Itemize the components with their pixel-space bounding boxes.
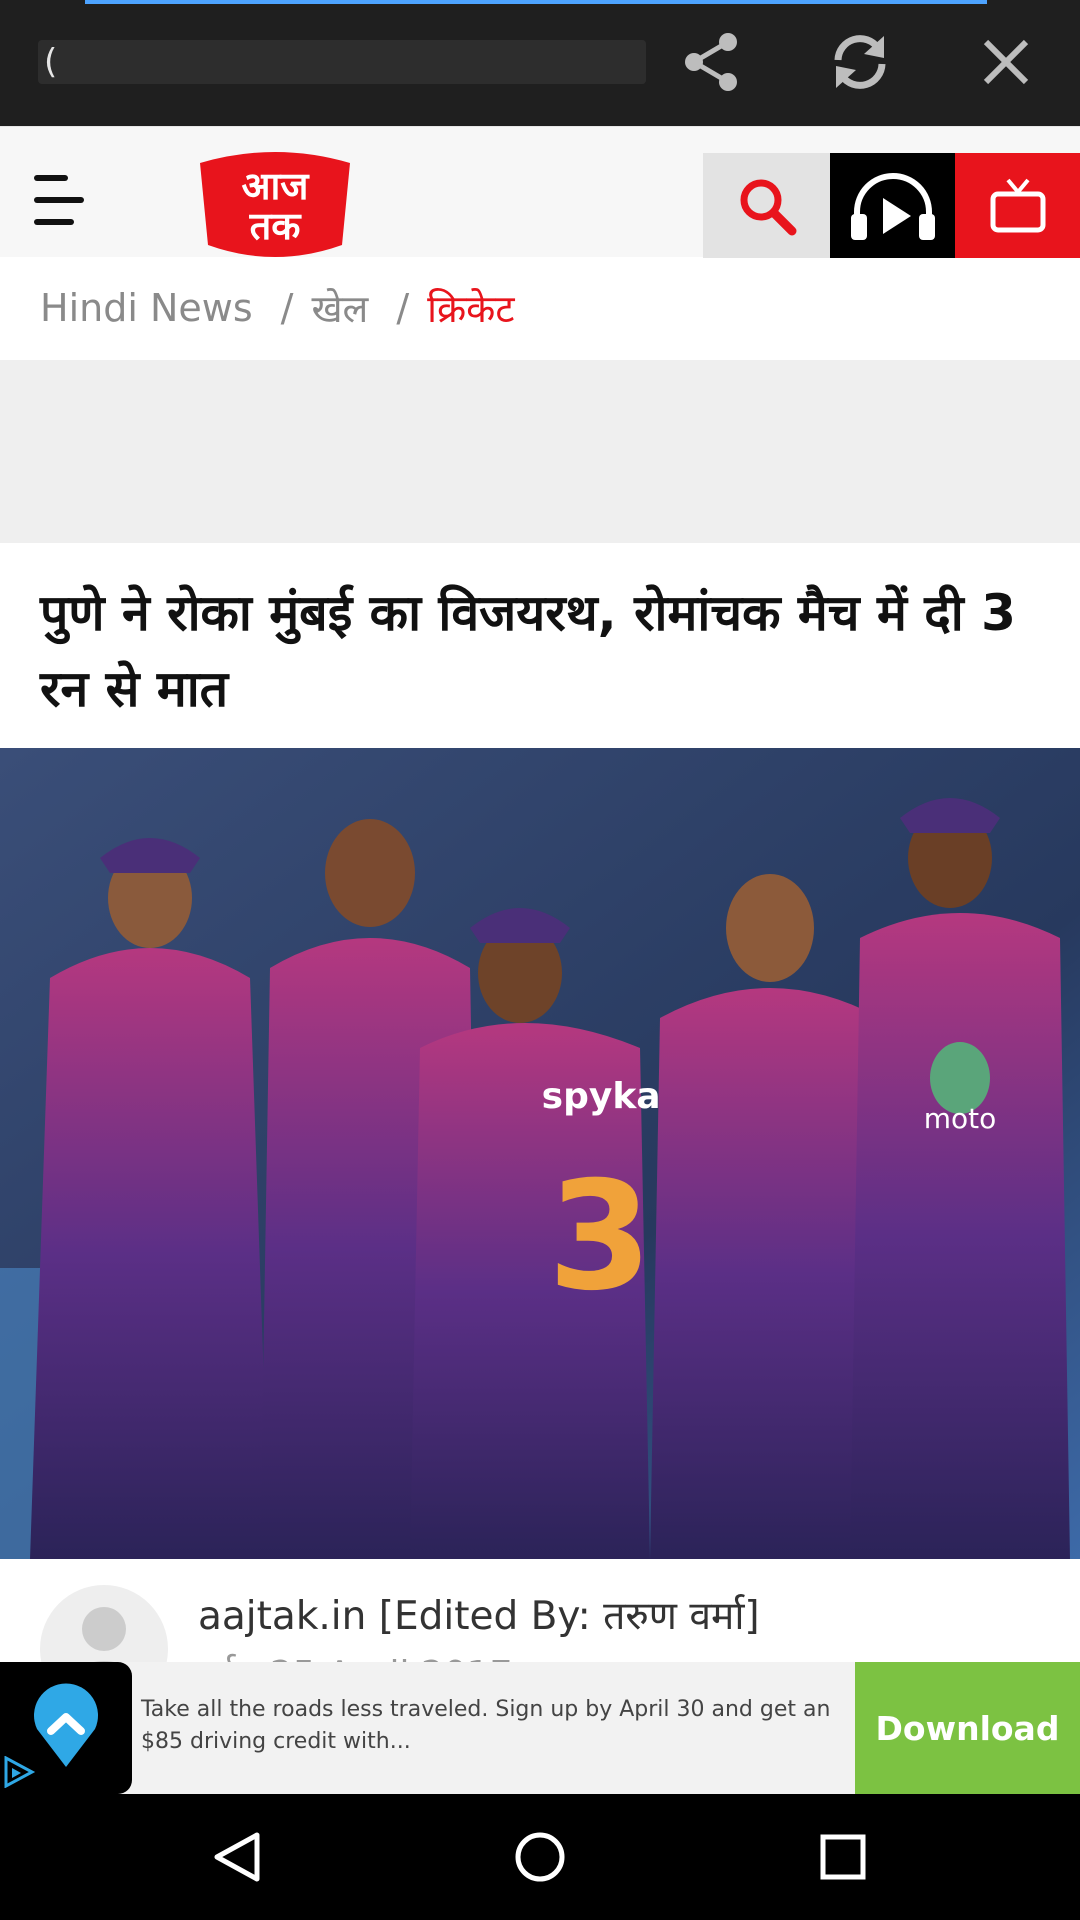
ad-placeholder xyxy=(0,360,1080,543)
author-name[interactable]: aajtak.in [Edited By: तरुण वर्मा] xyxy=(198,1588,760,1641)
recents-button[interactable] xyxy=(798,1814,888,1900)
article-headline: पुणे ने रोका मुंबई का विजयरथ, रोमांचक मै… xyxy=(40,584,1016,718)
svg-text:moto: moto xyxy=(924,1102,997,1135)
search-button[interactable] xyxy=(703,153,830,258)
article-image[interactable]: 3 spykar moto xyxy=(0,748,1080,1559)
aajtak-logo[interactable]: आज तक xyxy=(190,145,360,263)
ad-text: Take all the roads less traveled. Sign u… xyxy=(141,1697,831,1754)
system-nav-bar xyxy=(0,1794,1080,1920)
adchoices-icon[interactable] xyxy=(2,1756,36,1788)
back-icon xyxy=(214,1832,260,1882)
svg-text:spykar: spykar xyxy=(542,1076,679,1117)
share-icon xyxy=(685,33,737,91)
url-field[interactable]: ( g xyxy=(38,40,646,84)
close-icon xyxy=(983,39,1029,85)
breadcrumb-separator: / xyxy=(280,286,294,330)
breadcrumb: Hindi News / खेल / क्रिकेट xyxy=(40,283,515,333)
search-icon xyxy=(740,179,796,235)
close-button[interactable] xyxy=(966,26,1046,98)
browser-toolbar: ( g xyxy=(0,0,1080,126)
ad-banner[interactable]: Take all the roads less traveled. Sign u… xyxy=(0,1662,1080,1794)
back-button[interactable] xyxy=(192,1814,282,1900)
svg-text:आज: आज xyxy=(241,164,310,208)
svg-text:3: 3 xyxy=(548,1150,652,1324)
breadcrumb-item-cricket[interactable]: क्रिकेट xyxy=(427,282,514,334)
audio-button[interactable] xyxy=(830,153,955,258)
live-tv-button[interactable] xyxy=(955,153,1080,258)
url-field-mask xyxy=(64,40,646,84)
headphones-play-icon xyxy=(850,172,935,240)
breadcrumb-separator: / xyxy=(396,286,410,330)
screen: ( g xyxy=(0,0,1080,1920)
menu-icon[interactable] xyxy=(34,175,94,229)
svg-text:तक: तक xyxy=(249,204,303,248)
page-load-progress xyxy=(85,0,987,4)
recents-icon xyxy=(820,1834,866,1880)
share-button[interactable] xyxy=(672,26,752,98)
breadcrumb-item-sports[interactable]: खेल xyxy=(311,282,368,334)
home-icon xyxy=(515,1832,565,1882)
download-button[interactable]: Download xyxy=(855,1662,1080,1794)
breadcrumb-item-hindi-news[interactable]: Hindi News xyxy=(40,286,253,330)
team-celebration-photo: 3 spykar moto xyxy=(0,748,1080,1559)
tv-icon xyxy=(990,178,1045,232)
home-button[interactable] xyxy=(495,1814,585,1900)
refresh-button[interactable] xyxy=(820,26,900,98)
site-header: आज तक xyxy=(0,126,1080,258)
refresh-icon xyxy=(834,35,886,89)
